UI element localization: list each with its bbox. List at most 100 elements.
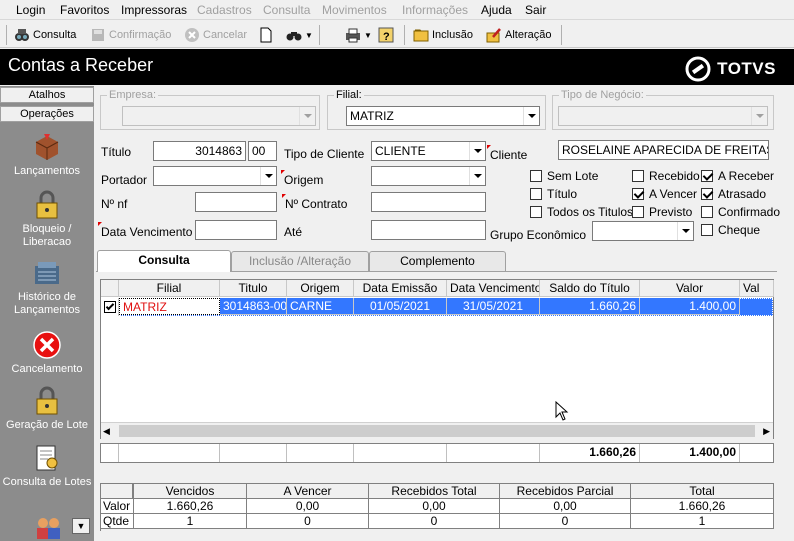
- summary-header-recebidos-parcial: Recebidos Parcial: [500, 484, 631, 499]
- atrasado-checkbox[interactable]: Atrasado: [701, 187, 766, 201]
- row-titulo[interactable]: 3014863-00: [220, 298, 287, 315]
- sidebar-item-label: Consulta de Lotes: [2, 476, 92, 488]
- alteracao-label: Alteração: [505, 29, 552, 41]
- origem-label: Origem: [280, 170, 324, 187]
- filial-select[interactable]: MATRIZ: [346, 106, 540, 126]
- summary-valor-recebidos-parcial: 0,00: [500, 499, 631, 514]
- grupo-economico-select[interactable]: [592, 221, 694, 241]
- row-checkbox[interactable]: [104, 301, 116, 313]
- tipo-negocio-select[interactable]: [558, 106, 768, 126]
- checkbox-box: [701, 206, 713, 218]
- recebido-checkbox[interactable]: Recebido: [632, 169, 700, 183]
- tab-consulta[interactable]: Consulta: [97, 250, 231, 272]
- confirmado-checkbox[interactable]: Confirmado: [701, 205, 780, 219]
- grid-header-titulo[interactable]: Titulo: [220, 280, 287, 297]
- tipo-cliente-label: Tipo de Cliente: [284, 147, 365, 161]
- tab-operacoes[interactable]: Operações: [0, 106, 94, 122]
- titulo-checkbox[interactable]: Título: [530, 187, 577, 201]
- print-button[interactable]: ▼: [345, 25, 372, 45]
- nf-input[interactable]: [195, 192, 277, 212]
- grid-header-valor[interactable]: Valor: [640, 280, 740, 297]
- row-saldo[interactable]: 1.660,26: [540, 298, 640, 315]
- totals-spacer: [101, 444, 119, 462]
- svg-text:?: ?: [383, 31, 390, 43]
- help-button[interactable]: ?: [378, 25, 394, 45]
- titulo-check-label: Título: [547, 187, 578, 201]
- menu-favoritos[interactable]: Favoritos: [60, 3, 109, 17]
- tab-atalhos[interactable]: Atalhos: [0, 87, 94, 103]
- toolbar-separator: [561, 25, 562, 45]
- titulo-suffix-input[interactable]: 00: [248, 141, 277, 161]
- grupo-economico-label: Grupo Econômico: [490, 228, 587, 242]
- ate-input[interactable]: [371, 220, 486, 240]
- cliente-input[interactable]: ROSELAINE APARECIDA DE FREITAS: [558, 140, 769, 160]
- origem-select[interactable]: [371, 166, 486, 186]
- chevron-down-icon: [299, 107, 315, 125]
- consulta-button[interactable]: Consulta: [14, 25, 76, 45]
- a-receber-checkbox[interactable]: A Receber: [701, 169, 774, 183]
- sidebar-item-historico[interactable]: Histórico de Lançamentos: [0, 258, 94, 317]
- alteracao-button[interactable]: Alteração: [486, 25, 551, 45]
- cheque-label: Cheque: [718, 223, 761, 237]
- summary-header-recebidos-total: Recebidos Total: [369, 484, 500, 499]
- checkbox-box: [530, 170, 542, 182]
- grid-header-origem[interactable]: Origem: [287, 280, 354, 297]
- tab-complemento[interactable]: Complemento: [369, 251, 506, 271]
- new-document-button[interactable]: [258, 25, 274, 45]
- scroll-down-button[interactable]: ▼: [72, 518, 90, 534]
- menu-sair[interactable]: Sair: [525, 3, 546, 17]
- scroll-right-icon[interactable]: ▶: [763, 426, 770, 437]
- cancelar-button[interactable]: Cancelar: [184, 25, 247, 45]
- menu-impressoras[interactable]: Impressoras: [121, 3, 187, 17]
- menu-login[interactable]: Login: [16, 3, 45, 17]
- grid-header-data-emissao[interactable]: Data Emissão: [354, 280, 447, 297]
- grid-header-saldo[interactable]: Saldo do Título: [540, 280, 640, 297]
- sem-lote-checkbox[interactable]: Sem Lote: [530, 169, 598, 183]
- tab-inclusao-alteracao[interactable]: Inclusão /Alteração: [231, 251, 369, 271]
- menu-cadastros[interactable]: Cadastros: [197, 3, 252, 17]
- sidebar-item-cancelamento[interactable]: Cancelamento: [0, 330, 94, 376]
- search-dropdown-button[interactable]: ▼: [286, 25, 313, 45]
- confirmacao-button[interactable]: Confirmação: [90, 25, 171, 45]
- check-mark-icon: [105, 301, 115, 311]
- totals-spacer: [354, 444, 447, 462]
- data-vencimento-input[interactable]: [195, 220, 277, 240]
- row-data-emissao[interactable]: 01/05/2021: [354, 298, 447, 315]
- sidebar-item-bloqueio[interactable]: Bloqueio / Liberacao: [0, 190, 94, 249]
- row-data-vencimento[interactable]: 31/05/2021: [447, 298, 540, 315]
- summary-qtde-recebidos-parcial: 0: [500, 514, 631, 529]
- chevron-down-icon: [751, 107, 767, 125]
- scroll-left-icon[interactable]: ◀: [103, 426, 110, 437]
- row-origem[interactable]: CARNE: [287, 298, 354, 315]
- summary-row-qtde-label: Qtde: [101, 514, 134, 529]
- todos-titulos-checkbox[interactable]: Todos os Titulos: [530, 205, 633, 219]
- inclusao-button[interactable]: Inclusão: [413, 25, 473, 45]
- sidebar-item-consulta-lotes[interactable]: Consulta de Lotes: [0, 443, 94, 489]
- cheque-checkbox[interactable]: Cheque: [701, 223, 760, 237]
- inclusao-label: Inclusão: [432, 29, 473, 41]
- menu-movimentos[interactable]: Movimentos: [322, 3, 387, 17]
- contrato-input[interactable]: [371, 192, 486, 212]
- grid-header-filial[interactable]: Filial: [119, 280, 220, 297]
- toolbar: Consulta Confirmação Cancelar ▼ ▼ ? Incl…: [0, 22, 794, 48]
- horizontal-scrollbar[interactable]: ◀ ▶: [101, 422, 773, 439]
- sidebar-item-geracao-lote[interactable]: Geração de Lote: [0, 386, 94, 432]
- tipo-cliente-select[interactable]: CLIENTE: [371, 141, 486, 161]
- menu-ajuda[interactable]: Ajuda: [481, 3, 512, 17]
- portador-select[interactable]: [153, 166, 277, 186]
- sidebar-item-lancamentos[interactable]: Lançamentos: [0, 132, 94, 178]
- scrollbar-thumb[interactable]: [119, 425, 755, 437]
- menu-consulta[interactable]: Consulta: [263, 3, 310, 17]
- grid-header-val[interactable]: Val: [740, 280, 774, 297]
- previsto-checkbox[interactable]: Previsto: [632, 205, 692, 219]
- empresa-select[interactable]: [122, 106, 316, 126]
- a-vencer-checkbox[interactable]: A Vencer: [632, 187, 697, 201]
- summary-valor-vencidos: 1.660,26: [134, 499, 247, 514]
- row-filial[interactable]: MATRIZ: [119, 298, 220, 315]
- titulo-input[interactable]: 3014863: [153, 141, 246, 161]
- row-valor[interactable]: 1.400,00: [640, 298, 740, 315]
- summary-qtde-total: 1: [631, 514, 774, 529]
- grid-header-data-vencimento[interactable]: Data Vencimento: [447, 280, 540, 297]
- menu-informacoes[interactable]: Informações: [402, 3, 468, 17]
- total-saldo: 1.660,26: [540, 444, 640, 462]
